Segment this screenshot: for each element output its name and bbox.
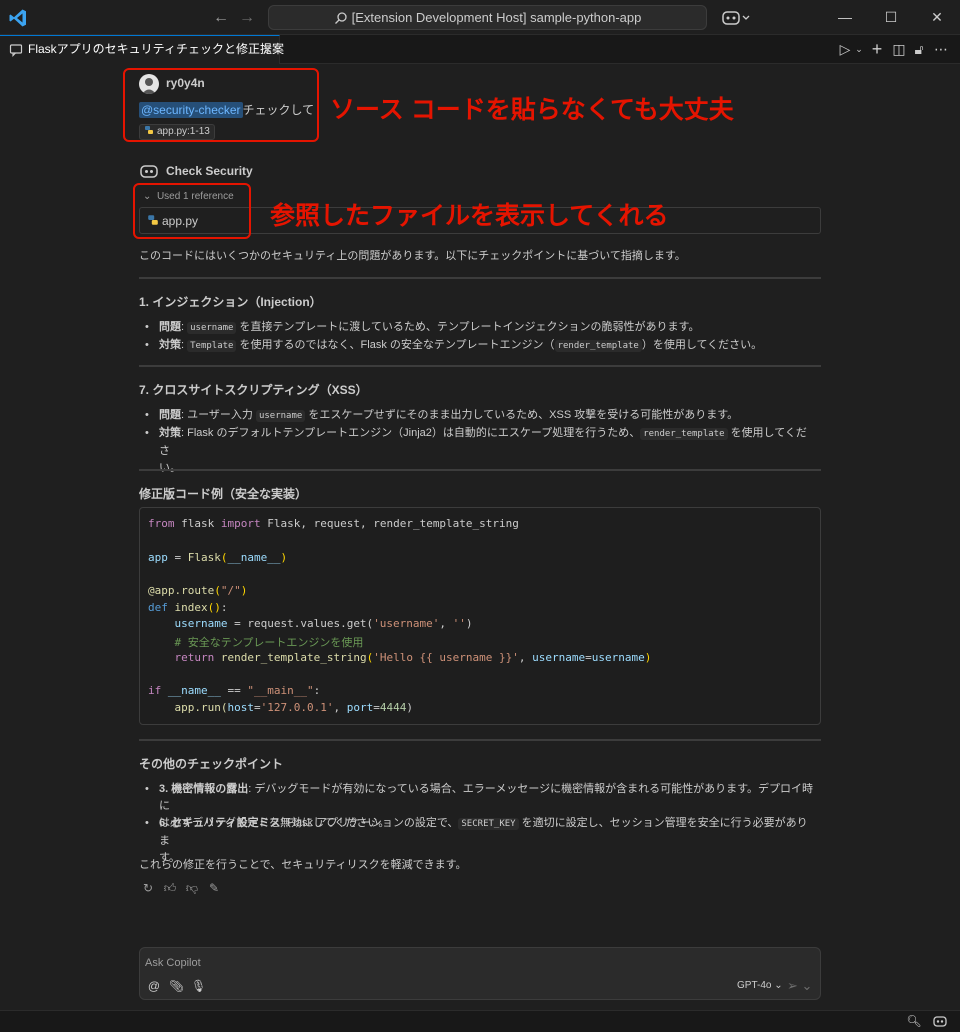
divider: [139, 365, 821, 367]
bullet-text: ）を使用してください。: [641, 339, 763, 351]
bullet-label: 6. セキュリティ設定ミス: [159, 817, 281, 829]
back-arrow-icon[interactable]: ←: [211, 8, 231, 28]
bullet-text: Flask アプリケーションの設定で、: [286, 817, 459, 829]
list-item: 対策: Template を使用するのではなく、Flask の安全なテンプレート…: [145, 337, 815, 355]
code-heading: 修正版コード例（安全な実装）: [139, 487, 308, 501]
code-block[interactable]: from flask import Flask, request, render…: [139, 507, 821, 725]
forward-arrow-icon[interactable]: →: [237, 8, 257, 28]
code-line: if __name__ == "__main__":: [148, 684, 321, 697]
code-line: @app.route("/"): [148, 584, 248, 597]
inline-code: render_template: [554, 340, 642, 352]
chat-input-placeholder: Ask Copilot: [145, 957, 201, 969]
bullet-label: 対策: [159, 339, 181, 351]
send-icon[interactable]: ➢ ⌄: [787, 978, 812, 994]
code-line: # 安全なテンプレートエンジンを使用: [174, 636, 364, 649]
retry-icon[interactable]: ↻: [141, 881, 155, 895]
run-dropdown-icon[interactable]: ⌄: [850, 40, 868, 58]
list-item: 問題: username を直接テンプレートに渡しているため、テンプレートインジ…: [145, 319, 815, 337]
new-chat-icon[interactable]: +: [868, 40, 886, 58]
bullet-label: 問題: [159, 409, 181, 421]
command-center-search[interactable]: [Extension Development Host] sample-pyth…: [268, 5, 707, 30]
list-item: 問題: ユーザー入力 username をエスケープせずにそのまま出力しているた…: [145, 407, 815, 425]
bullet-label: 3. 機密情報の露出: [159, 783, 249, 795]
search-icon: [334, 12, 347, 24]
attach-icon[interactable]: 📎︎: [169, 979, 184, 993]
annotation-box-request: [123, 68, 319, 142]
tab-title: Flaskアプリのセキュリティチェックと修正提案: [28, 42, 284, 56]
edit-icon[interactable]: ✎: [207, 881, 221, 895]
bullet-label: 対策: [159, 427, 181, 439]
split-editor-icon[interactable]: ◫: [890, 40, 908, 58]
bullet-label: 問題: [159, 321, 181, 333]
section-heading-injection: 1. インジェクション（Injection）: [139, 295, 322, 309]
inline-code: username: [187, 322, 237, 334]
chat-input[interactable]: [139, 947, 821, 1000]
section-heading-xss: 7. クロスサイトスクリプティング（XSS）: [139, 383, 368, 397]
microphone-icon[interactable]: 🎙︎: [191, 979, 206, 993]
copilot-menu-icon[interactable]: [722, 8, 752, 28]
model-picker[interactable]: GPT-4o ⌄: [737, 980, 783, 991]
divider: [139, 739, 821, 741]
zoom-icon[interactable]: 🔍︎: [906, 1013, 922, 1029]
annotation-box-reference: [133, 183, 251, 239]
divider: [139, 277, 821, 279]
model-label: GPT-4o: [737, 980, 772, 991]
tab-chat[interactable]: Flaskアプリのセキュリティチェックと修正提案 ✕: [0, 35, 284, 64]
close-window-button[interactable]: ✕: [914, 0, 960, 35]
section-heading-other: その他のチェックポイント: [139, 757, 284, 771]
annotation-text-2: 参照したファイルを表示してくれる: [270, 202, 669, 230]
more-actions-icon[interactable]: ⋯: [932, 40, 950, 58]
code-line: from flask import Flask, request, render…: [148, 517, 519, 530]
divider: [139, 469, 821, 471]
inline-code: render_template: [640, 428, 728, 440]
response-conclusion: これらの修正を行うことで、セキュリティリスクを軽減できます。: [139, 859, 467, 871]
copilot-agent-icon: [140, 165, 158, 178]
vscode-logo-icon[interactable]: [8, 8, 28, 28]
inline-code: username: [255, 410, 306, 422]
thumbs-up-icon[interactable]: 👍︎: [163, 881, 177, 895]
command-center-text: [Extension Development Host] sample-pyth…: [351, 10, 642, 25]
thumbs-down-icon[interactable]: 👎︎: [185, 881, 199, 895]
bullet-text: を直接テンプレートに渡しているため、テンプレートインジェクションの脆弱性がありま…: [239, 321, 700, 333]
code-line: username = request.values.get('username'…: [174, 617, 473, 630]
response-intro: このコードにはいくつかのセキュリティ上の問題があります。以下にチェックポイントに…: [139, 250, 686, 262]
code-line: app.run(host='127.0.0.1', port=4444): [174, 701, 413, 714]
close-tab-icon[interactable]: ✕: [262, 36, 273, 63]
annotation-text-1: ソース コードを貼らなくても大丈夫: [330, 96, 734, 124]
lock-icon[interactable]: 🔓︎: [910, 40, 928, 58]
code-line: def index():: [148, 601, 228, 614]
bullet-text: い。: [159, 462, 181, 474]
code-line: app = Flask(__name__): [148, 551, 288, 564]
bullet-text: ユーザー入力: [187, 409, 253, 421]
agent-name: Check Security: [166, 164, 253, 178]
mention-icon[interactable]: @: [147, 979, 161, 993]
tab-bar: Flaskアプリのセキュリティチェックと修正提案 ✕: [0, 35, 960, 64]
bullet-text: Flask のデフォルトテンプレートエンジン（Jinja2）は自動的にエスケープ…: [187, 427, 641, 439]
bullet-text: デバッグモードが有効になっている場合、エラーメッセージに機密情報が含まれる可能性…: [159, 783, 814, 812]
inline-code: SECRET_KEY: [458, 818, 519, 830]
copilot-status-icon[interactable]: [932, 1013, 948, 1029]
inline-code: Template: [187, 340, 237, 352]
minimize-button[interactable]: —: [822, 0, 868, 35]
chat-icon: [9, 44, 23, 57]
maximize-button[interactable]: ☐: [868, 0, 914, 35]
code-line: return render_template_string('Hello {{ …: [174, 651, 652, 664]
bullet-text: を使用するのではなく、Flask の安全なテンプレートエンジン（: [239, 339, 555, 351]
status-bar: [0, 1010, 960, 1032]
title-bar: ← → [Extension Development Host] sample-…: [0, 0, 960, 35]
bullet-text: をエスケープせずにそのまま出力しているため、XSS 攻撃を受ける可能性があります…: [308, 409, 739, 421]
